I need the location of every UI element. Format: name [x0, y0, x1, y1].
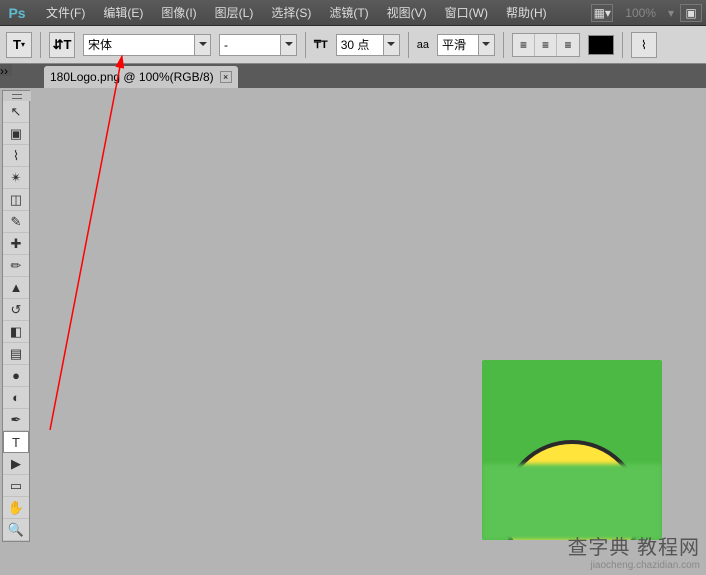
brush-tool-icon: ✏ [11, 258, 22, 274]
eyedropper-tool[interactable]: ✎ [3, 211, 29, 233]
text-color-swatch[interactable] [588, 35, 614, 55]
align-center-button[interactable]: ≡ [535, 34, 557, 56]
menu-image[interactable]: 图像(I) [153, 1, 204, 24]
menu-window[interactable]: 窗口(W) [437, 1, 496, 24]
gradient-tool[interactable]: ▤ [3, 343, 29, 365]
menu-layer[interactable]: 图层(L) [207, 1, 262, 24]
healing-tool-icon: ✚ [11, 236, 22, 252]
text-orientation-toggle[interactable]: ⇵T [49, 32, 75, 58]
font-size-input[interactable] [337, 35, 383, 55]
document-tab-bar: 180Logo.png @ 100%(RGB/8) × [0, 64, 706, 88]
menu-view[interactable]: 视图(V) [379, 1, 435, 24]
menu-select[interactable]: 选择(S) [263, 1, 319, 24]
chevron-down-icon[interactable] [383, 35, 399, 55]
watermark-url: jiaocheng.chazidian.com [567, 560, 700, 571]
zoom-display: 100% [619, 6, 662, 20]
font-size-icon: ₸T [314, 38, 328, 51]
eyedropper-tool-icon: ✎ [11, 214, 22, 230]
canvas-area[interactable] [34, 88, 706, 575]
warp-text-button[interactable]: ⌇ [631, 32, 657, 58]
watermark: 查字典 教程网 jiaocheng.chazidian.com [567, 531, 700, 571]
panel-collapse-handle[interactable]: ›› [0, 64, 12, 76]
artwork-image [482, 360, 662, 540]
options-bar: T▾ ⇵T ₸T aa ≡ ≡ ≡ ⌇ [0, 26, 706, 64]
menu-filter[interactable]: 滤镜(T) [321, 1, 376, 24]
gradient-tool-icon: ▤ [10, 346, 22, 362]
text-align-group: ≡ ≡ ≡ [512, 33, 580, 57]
hand-tool[interactable]: ✋ [3, 497, 29, 519]
eraser-tool[interactable]: ◧ [3, 321, 29, 343]
stamp-tool-icon: ▲ [10, 280, 23, 295]
brush-tool[interactable]: ✏ [3, 255, 29, 277]
history-brush-tool[interactable]: ↺ [3, 299, 29, 321]
screen-mode-icon[interactable]: ▣ [680, 4, 702, 22]
font-style-input[interactable] [220, 35, 280, 55]
chevron-down-icon[interactable] [478, 35, 494, 55]
history-brush-tool-icon: ↺ [11, 302, 22, 318]
menu-edit[interactable]: 编辑(E) [95, 1, 151, 24]
shape-tool[interactable]: ▭ [3, 475, 29, 497]
divider [40, 32, 41, 58]
font-style-select[interactable] [219, 34, 297, 56]
chevron-down-icon[interactable] [280, 35, 296, 55]
path-select-tool[interactable]: ▶ [3, 453, 29, 475]
font-family-select[interactable] [83, 34, 211, 56]
move-tool[interactable]: ↖ [3, 101, 29, 123]
pen-tool-icon: ✒ [11, 412, 22, 428]
divider [305, 32, 306, 58]
chevron-down-icon[interactable]: ▾ [668, 6, 674, 20]
pen-tool[interactable]: ✒ [3, 409, 29, 431]
menu-help[interactable]: 帮助(H) [498, 1, 555, 24]
shape-tool-icon: ▭ [10, 478, 22, 494]
divider [503, 32, 504, 58]
type-tool-icon: T [12, 435, 20, 450]
eraser-tool-icon: ◧ [10, 324, 22, 340]
crop-tool-icon: ◫ [10, 192, 22, 208]
dodge-tool[interactable]: ◐ [3, 387, 29, 409]
tools-panel: ↖ ▣ ⌇ ✴ ◫ ✎ ✚ ✏ ▲ ↺ ◧ ▤ ● ◐ ✒ T ▶ ▭ ✋ 🔍 [2, 90, 30, 542]
divider [408, 32, 409, 58]
document-tab[interactable]: 180Logo.png @ 100%(RGB/8) × [44, 66, 238, 88]
marquee-tool[interactable]: ▣ [3, 123, 29, 145]
lasso-tool-icon: ⌇ [13, 148, 19, 164]
antialias-select[interactable] [437, 34, 495, 56]
blur-tool[interactable]: ● [3, 365, 29, 387]
app-logo: Ps [4, 3, 30, 23]
magic-wand-tool-icon: ✴ [11, 170, 22, 186]
healing-tool[interactable]: ✚ [3, 233, 29, 255]
type-tool-preset[interactable]: T▾ [6, 32, 32, 58]
lasso-tool[interactable]: ⌇ [3, 145, 29, 167]
antialias-input[interactable] [438, 35, 478, 55]
type-tool[interactable]: T [3, 431, 29, 453]
menu-bar: Ps 文件(F) 编辑(E) 图像(I) 图层(L) 选择(S) 滤镜(T) 视… [0, 0, 706, 26]
antialias-icon: aa [417, 39, 429, 51]
divider [622, 32, 623, 58]
hand-tool-icon: ✋ [8, 500, 24, 516]
align-right-button[interactable]: ≡ [557, 34, 579, 56]
font-family-input[interactable] [84, 35, 194, 55]
document-tab-title: 180Logo.png @ 100%(RGB/8) [50, 70, 214, 84]
stamp-tool[interactable]: ▲ [3, 277, 29, 299]
magic-wand-tool[interactable]: ✴ [3, 167, 29, 189]
zoom-tool-icon: 🔍 [8, 522, 24, 538]
menu-file[interactable]: 文件(F) [38, 1, 93, 24]
font-size-select[interactable] [336, 34, 400, 56]
move-tool-icon: ↖ [11, 104, 22, 120]
blur-tool-icon: ● [12, 368, 20, 383]
dodge-tool-icon: ◐ [12, 390, 20, 405]
watermark-title: 查字典 教程网 [567, 531, 700, 560]
workspace-switcher-icon[interactable]: ▦▾ [591, 4, 613, 22]
crop-tool[interactable]: ◫ [3, 189, 29, 211]
zoom-tool[interactable]: 🔍 [3, 519, 29, 541]
chevron-down-icon[interactable] [194, 35, 210, 55]
blurred-region [482, 464, 662, 540]
marquee-tool-icon: ▣ [10, 126, 22, 142]
tools-expand-handle[interactable] [3, 91, 31, 101]
path-select-tool-icon: ▶ [11, 456, 21, 472]
align-left-button[interactable]: ≡ [513, 34, 535, 56]
close-icon[interactable]: × [220, 71, 232, 83]
